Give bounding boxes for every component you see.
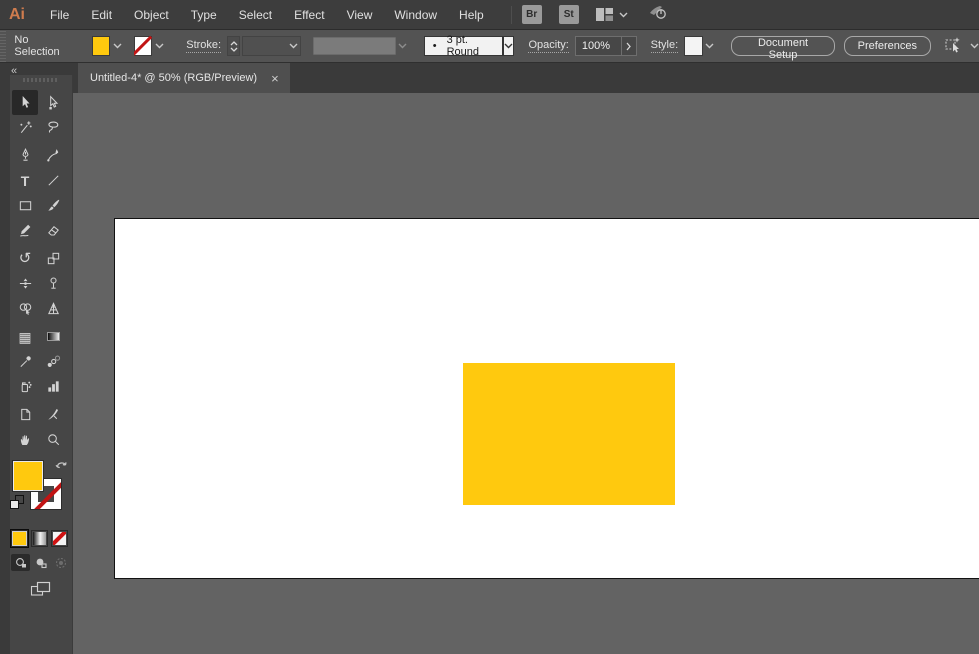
- slice-tool[interactable]: [40, 402, 66, 427]
- menu-help[interactable]: Help: [448, 2, 495, 28]
- artboard-tool[interactable]: [12, 402, 38, 427]
- none-slash-icon: [134, 36, 154, 56]
- stock-button[interactable]: St: [559, 5, 579, 24]
- magic-wand-tool[interactable]: [12, 115, 38, 140]
- menu-effect[interactable]: Effect: [283, 2, 335, 28]
- type-tool[interactable]: T: [12, 168, 38, 193]
- opacity-label[interactable]: Opacity:: [528, 39, 568, 53]
- illustrator-window: Ai FileEditObjectTypeSelectEffectViewWin…: [0, 0, 979, 654]
- workspace-layout-icon: [596, 8, 613, 21]
- paint-style-row: [11, 530, 72, 547]
- draw-normal-button[interactable]: [11, 554, 30, 571]
- stroke-color-swatch[interactable]: [134, 36, 153, 56]
- opacity-arrow-icon[interactable]: [622, 36, 637, 56]
- column-graph-tool[interactable]: [40, 374, 66, 399]
- tools-panel-column: « T↺▦: [0, 63, 73, 654]
- direct-selection-tool[interactable]: [40, 90, 66, 115]
- artwork-rectangle[interactable]: [463, 363, 675, 505]
- draw-inside-button: [51, 554, 70, 571]
- menu-bar: FileEditObjectTypeSelectEffectViewWindow…: [39, 2, 495, 28]
- control-bar-gripper[interactable]: [0, 30, 6, 62]
- illustrator-logo: Ai: [9, 6, 25, 24]
- style-label[interactable]: Style:: [651, 39, 679, 53]
- stroke-weight-dropdown[interactable]: [242, 36, 301, 56]
- menu-file[interactable]: File: [39, 2, 80, 28]
- puppet-warp-tool[interactable]: [40, 271, 66, 296]
- gradient-tool[interactable]: [40, 324, 66, 349]
- profile-value: 3 pt. Round: [447, 34, 503, 58]
- perspective-grid-tool[interactable]: [40, 296, 66, 321]
- gradient-button[interactable]: [31, 530, 48, 547]
- blend-tool[interactable]: [40, 349, 66, 374]
- paintbrush-tool[interactable]: [40, 193, 66, 218]
- none-button[interactable]: [51, 530, 68, 547]
- selection-status: No Selection: [14, 34, 71, 58]
- menu-object[interactable]: Object: [123, 2, 180, 28]
- select-similar-chevron-icon[interactable]: [970, 43, 979, 49]
- menu-select[interactable]: Select: [228, 2, 283, 28]
- zoom-tool[interactable]: [40, 427, 66, 452]
- style-swatch[interactable]: [684, 36, 703, 56]
- chevron-down-icon: [619, 12, 628, 18]
- document-title: Untitled-4* @ 50% (RGB/Preview): [90, 72, 257, 84]
- menu-edit[interactable]: Edit: [80, 2, 123, 28]
- line-segment-tool[interactable]: [40, 168, 66, 193]
- menu-view[interactable]: View: [336, 2, 384, 28]
- gpu-performance-icon[interactable]: [646, 3, 670, 26]
- fill-stroke-block: [10, 460, 72, 522]
- select-similar-icon[interactable]: [943, 36, 965, 57]
- rectangle-tool[interactable]: [12, 193, 38, 218]
- swap-fill-stroke-icon[interactable]: [54, 458, 70, 476]
- rotate-tool[interactable]: ↺: [12, 246, 38, 271]
- preferences-button[interactable]: Preferences: [844, 36, 931, 56]
- width-tool[interactable]: [12, 271, 38, 296]
- stroke-color-chevron-icon[interactable]: [152, 36, 166, 56]
- screen-mode-button[interactable]: [29, 581, 53, 597]
- variable-width-profile-dropdown[interactable]: • 3 pt. Round: [424, 36, 504, 56]
- brush-definition-dropdown: [313, 37, 396, 55]
- mesh-tool[interactable]: ▦: [12, 324, 38, 349]
- draw-behind-button[interactable]: [31, 554, 50, 571]
- symbol-sprayer-tool[interactable]: [12, 374, 38, 399]
- menu-window[interactable]: Window: [383, 2, 448, 28]
- eyedropper-tool[interactable]: [12, 349, 38, 374]
- lasso-tool[interactable]: [40, 115, 66, 140]
- eraser-tool[interactable]: [40, 218, 66, 243]
- brush-definition-chevron-icon: [396, 36, 410, 56]
- profile-preview-dot: •: [433, 40, 437, 52]
- workspace-switcher-button[interactable]: [596, 8, 628, 21]
- fill-swatch[interactable]: [12, 460, 44, 492]
- stroke-weight-label[interactable]: Stroke:: [186, 39, 221, 53]
- curvature-tool[interactable]: [40, 143, 66, 168]
- fill-color-chevron-icon[interactable]: [110, 36, 124, 56]
- menu-type[interactable]: Type: [180, 2, 228, 28]
- tools-panel: T ↺ ▦: [10, 75, 73, 654]
- drawing-modes-row: [11, 554, 72, 571]
- shaper-tool[interactable]: [12, 218, 38, 243]
- stroke-weight-stepper[interactable]: [227, 36, 240, 56]
- menu-bar-right: Br St: [501, 3, 670, 26]
- bridge-button[interactable]: Br: [522, 5, 542, 24]
- color-button[interactable]: [11, 530, 28, 547]
- menu-separator: [511, 6, 512, 24]
- document-tab-bar: Untitled-4* @ 50% (RGB/Preview) ×: [73, 63, 979, 93]
- artboard[interactable]: [114, 218, 979, 579]
- fill-color-swatch[interactable]: [92, 36, 111, 56]
- opacity-input[interactable]: 100%: [575, 36, 622, 56]
- default-fill-stroke-icon[interactable]: [10, 495, 24, 509]
- tools-grid: T ↺ ▦: [11, 90, 69, 452]
- panel-grip-icon[interactable]: [23, 78, 59, 82]
- close-tab-icon[interactable]: ×: [271, 72, 279, 85]
- shape-builder-tool[interactable]: [12, 296, 38, 321]
- menu-bar-container: Ai FileEditObjectTypeSelectEffectViewWin…: [0, 0, 979, 30]
- style-chevron-icon[interactable]: [703, 36, 717, 56]
- pen-tool[interactable]: [12, 143, 38, 168]
- scale-tool[interactable]: [40, 246, 66, 271]
- document-setup-button[interactable]: Document Setup: [731, 36, 834, 56]
- selection-tool[interactable]: [12, 90, 38, 115]
- profile-chevron-icon[interactable]: [503, 36, 514, 56]
- control-bar: No Selection Stroke: • 3 pt. Round Opaci: [0, 30, 979, 63]
- document-tab[interactable]: Untitled-4* @ 50% (RGB/Preview) ×: [78, 63, 290, 93]
- hand-tool[interactable]: [12, 427, 38, 452]
